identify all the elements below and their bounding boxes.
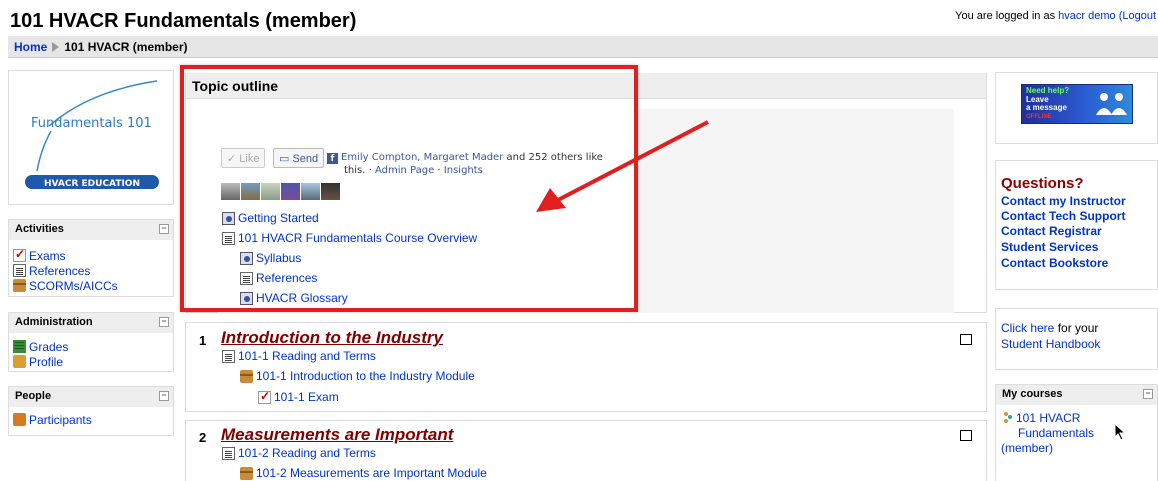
reading-link[interactable]: 101-2 Reading and Terms (238, 446, 376, 460)
course-icon (1003, 412, 1013, 423)
profile-icon (13, 355, 26, 368)
section-2-item-module[interactable]: 101-2 Measurements are Important Module (240, 465, 487, 481)
exam-link[interactable]: 101-1 Exam (274, 390, 339, 404)
section-1-item-exam[interactable]: 101-1 Exam (258, 389, 339, 405)
breadcrumb: Home 101 HVACR (member) (8, 36, 1158, 58)
breadcrumb-home[interactable]: Home (14, 40, 47, 54)
user-link[interactable]: hvacr demo (1058, 10, 1115, 22)
handbook-click-here-link[interactable]: Click here (1001, 321, 1054, 335)
admin-profile-link[interactable]: Profile (29, 355, 63, 369)
course-logo: Fundamentals 101 HVACR EDUCATION (25, 80, 159, 189)
collapse-icon[interactable]: − (159, 224, 169, 234)
handbook-line1: Click here for your (1001, 321, 1099, 335)
admin-grades[interactable]: Grades (9, 339, 173, 354)
contact-bookstore-link[interactable]: Contact Bookstore (1001, 256, 1108, 270)
contact-tech-support-link[interactable]: Contact Tech Support (1001, 209, 1125, 223)
collapse-icon[interactable]: − (159, 317, 169, 327)
module-link[interactable]: 101-2 Measurements are Important Module (256, 466, 487, 480)
course-line1[interactable]: 101 HVACR (1016, 411, 1080, 425)
my-courses-header: My courses − (996, 385, 1157, 405)
quiz-icon (258, 389, 271, 404)
logo-text: Fundamentals 101 (31, 116, 152, 131)
logo-badge: HVACR EDUCATION (44, 179, 140, 189)
course-line3[interactable]: (member) (1001, 441, 1053, 455)
questions-title: Questions? (1001, 175, 1084, 192)
student-services-link[interactable]: Student Services (1001, 240, 1098, 254)
activity-scorms[interactable]: SCORMs/AICCs (9, 278, 173, 293)
collapse-icon[interactable]: − (159, 391, 169, 401)
activity-references-link[interactable]: References (29, 264, 90, 278)
section-2-highlight-toggle[interactable] (960, 430, 972, 441)
student-handbook-link[interactable]: Student Handbook (1001, 337, 1100, 351)
help-banner-status: OFFLINE (1026, 114, 1052, 120)
people-block: People − Participants (8, 386, 174, 436)
activity-references[interactable]: References (9, 263, 173, 278)
login-prefix: You are logged in as (955, 10, 1056, 22)
section-2-title[interactable]: Measurements are Important (221, 425, 453, 445)
course-line2[interactable]: Fundamentals (1018, 426, 1094, 440)
page-title: 101 HVACR Fundamentals (member) (10, 10, 357, 32)
reading-link[interactable]: 101-1 Reading and Terms (238, 349, 376, 363)
contact-registrar-link[interactable]: Contact Registrar (1001, 224, 1102, 238)
activity-scorms-link[interactable]: SCORMs/AICCs (29, 279, 118, 293)
administration-block: Administration − Grades Profile (8, 312, 174, 372)
activity-exams[interactable]: Exams (9, 247, 173, 263)
page-icon (13, 264, 26, 277)
grades-icon (13, 340, 26, 353)
participants-icon (13, 413, 26, 426)
help-banner-line3: a message (1026, 103, 1067, 112)
breadcrumb-separator-icon (52, 42, 60, 52)
administration-title: Administration (15, 316, 93, 328)
collapse-icon[interactable]: − (1143, 389, 1153, 399)
my-courses-title: My courses (1002, 388, 1063, 400)
module-link[interactable]: 101-1 Introduction to the Industry Modul… (256, 369, 475, 383)
live-help-banner[interactable]: Need help? Leave a message OFFLINE (1021, 84, 1133, 124)
admin-grades-link[interactable]: Grades (29, 340, 68, 354)
logo-block: Fundamentals 101 HVACR EDUCATION (8, 70, 174, 205)
page-icon (222, 349, 235, 363)
help-banner-line1: Need help? (1026, 86, 1070, 95)
package-icon (240, 369, 253, 383)
contact-instructor-link[interactable]: Contact my Instructor (1001, 194, 1126, 208)
annotation-arrow-icon (536, 120, 709, 212)
section-2-item-reading[interactable]: 101-2 Reading and Terms (222, 445, 376, 461)
section-1-title[interactable]: Introduction to the Industry (221, 328, 443, 348)
page-icon (222, 446, 235, 460)
activities-header: Activities − (9, 220, 173, 240)
activities-block: Activities − Exams References SCORMs/AIC… (8, 219, 174, 297)
logout-link[interactable]: (Logout (1119, 10, 1156, 22)
section-2-number: 2 (199, 430, 207, 445)
activity-exams-link[interactable]: Exams (29, 249, 66, 263)
course-link-101[interactable]: 101 HVACR Fundamentals (1003, 411, 1094, 441)
package-icon (13, 279, 26, 292)
administration-header: Administration − (9, 313, 173, 333)
admin-profile[interactable]: Profile (9, 354, 173, 369)
section-1-item-reading[interactable]: 101-1 Reading and Terms (222, 348, 376, 364)
people-chat-icon (1096, 93, 1127, 115)
section-1-number: 1 (199, 333, 207, 348)
people-header: People − (9, 387, 173, 407)
section-1-highlight-toggle[interactable] (960, 334, 972, 345)
quiz-icon (13, 247, 26, 262)
activities-title: Activities (15, 223, 64, 235)
people-title: People (15, 390, 52, 402)
participants-link[interactable]: Participants (29, 413, 92, 427)
login-info: You are logged in as hvacr demo (Logout (955, 10, 1156, 22)
breadcrumb-current: 101 HVACR (member) (64, 40, 188, 54)
package-icon (240, 466, 253, 480)
section-1-item-module[interactable]: 101-1 Introduction to the Industry Modul… (240, 368, 475, 384)
mouse-cursor-icon (1114, 423, 1127, 441)
people-participants[interactable]: Participants (9, 412, 173, 427)
